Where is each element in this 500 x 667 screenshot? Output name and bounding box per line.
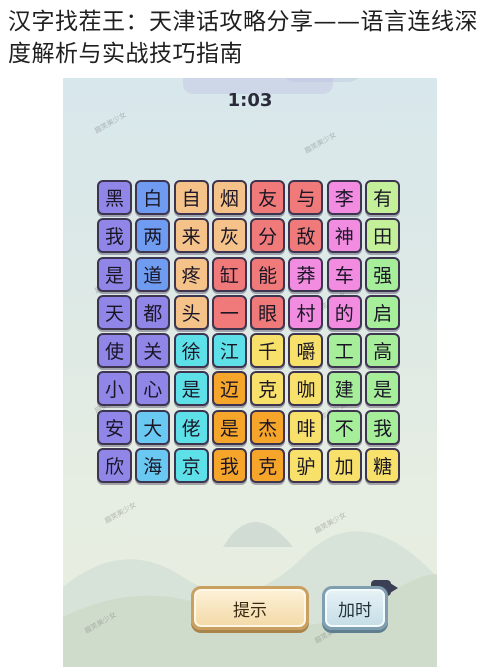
grid-cell[interactable]: 烟 <box>211 180 247 215</box>
hint-button-label: 提示 <box>233 600 267 621</box>
grid-cell[interactable]: 驴 <box>288 448 324 484</box>
grid-cell[interactable]: 能 <box>250 256 286 292</box>
grid-cell[interactable]: 不 <box>326 409 362 445</box>
grid-cell[interactable]: 分 <box>250 218 286 254</box>
grid-cell[interactable]: 我 <box>97 218 132 254</box>
grid-cell[interactable]: 欣 <box>97 448 132 484</box>
article-title: 汉字找茬王：天津话攻略分享——语言连线深度解析与实战技巧指南 <box>8 9 478 67</box>
grid-cell[interactable]: 克 <box>250 371 286 407</box>
grid-cell[interactable]: 迈 <box>211 371 247 407</box>
add-time-button-label: 加时 <box>338 600 372 621</box>
grid-cell[interactable]: 莽 <box>288 256 324 292</box>
grid-cell[interactable]: 江 <box>211 333 247 369</box>
grid-cell[interactable]: 头 <box>173 294 209 330</box>
grid-cell[interactable]: 高 <box>365 333 401 369</box>
grid-cell[interactable]: 咖 <box>288 371 324 407</box>
grid-cell[interactable]: 黑 <box>97 180 132 215</box>
watermark-text: 趣笑美少女 <box>93 110 128 136</box>
grid-cell[interactable]: 李 <box>326 180 362 215</box>
grid-cell[interactable]: 佬 <box>173 409 209 445</box>
grid-cell[interactable]: 眼 <box>250 294 286 330</box>
grid-cell[interactable]: 缸 <box>211 256 247 292</box>
grid-cell[interactable]: 村 <box>288 294 324 330</box>
game-screenshot: 1:03 趣笑美少女趣笑美少女趣笑美少女趣笑美少女趣笑美少女趣笑美少女趣笑美少女… <box>63 78 437 667</box>
grid-cell[interactable]: 灰 <box>211 218 247 254</box>
grid-cell[interactable]: 都 <box>135 294 171 330</box>
grid-cell[interactable]: 小 <box>97 371 132 407</box>
grid-cell[interactable]: 两 <box>135 218 171 254</box>
grid-cell[interactable]: 工 <box>326 333 362 369</box>
grid-cell[interactable]: 自 <box>173 180 209 215</box>
grid-cell[interactable]: 京 <box>173 448 209 484</box>
grid-cell[interactable]: 启 <box>365 294 401 330</box>
grid-cell[interactable]: 克 <box>250 448 286 484</box>
grid-cell[interactable]: 来 <box>173 218 209 254</box>
grid-cell[interactable]: 加 <box>326 448 362 484</box>
grid-cell[interactable]: 嚼 <box>288 333 324 369</box>
grid-cell[interactable]: 车 <box>326 256 362 292</box>
grid-cell[interactable]: 海 <box>135 448 171 484</box>
grid-cell[interactable]: 强 <box>365 256 401 292</box>
grid-cell[interactable]: 疼 <box>173 256 209 292</box>
grid-cell[interactable]: 心 <box>135 371 171 407</box>
add-time-button[interactable]: 加时 <box>322 586 388 630</box>
grid-cell[interactable]: 的 <box>326 294 362 330</box>
grid-cell[interactable]: 是 <box>173 371 209 407</box>
grid-cell[interactable]: 徐 <box>173 333 209 369</box>
grid-cell[interactable]: 糖 <box>365 448 401 484</box>
grid-cell[interactable]: 啡 <box>288 409 324 445</box>
watermark-text: 趣笑美少女 <box>303 130 338 156</box>
grid-cell[interactable]: 是 <box>211 409 247 445</box>
character-grid: 黑白自烟友与李有我两来灰分敌神田是道疼缸能莽车强天都头一眼村的启使关徐江千嚼工高… <box>97 180 403 486</box>
hint-button[interactable]: 提示 <box>191 586 309 630</box>
grid-cell[interactable]: 安 <box>97 409 132 445</box>
grid-cell[interactable]: 是 <box>365 371 401 407</box>
grid-cell[interactable]: 使 <box>97 333 132 369</box>
grid-cell[interactable]: 敌 <box>288 218 324 254</box>
grid-cell[interactable]: 白 <box>135 180 171 215</box>
grid-cell[interactable]: 是 <box>97 256 132 292</box>
grid-cell[interactable]: 关 <box>135 333 171 369</box>
grid-cell[interactable]: 神 <box>326 218 362 254</box>
grid-cell[interactable]: 道 <box>135 256 171 292</box>
grid-cell[interactable]: 我 <box>365 409 401 445</box>
grid-cell[interactable]: 千 <box>250 333 286 369</box>
grid-cell[interactable]: 与 <box>288 180 324 215</box>
grid-cell[interactable]: 杰 <box>250 409 286 445</box>
grid-cell[interactable]: 有 <box>365 180 401 215</box>
grid-cell[interactable]: 大 <box>135 409 171 445</box>
countdown-timer: 1:03 <box>227 90 273 111</box>
grid-cell[interactable]: 友 <box>250 180 286 215</box>
grid-cell[interactable]: 一 <box>211 294 247 330</box>
grid-cell[interactable]: 天 <box>97 294 132 330</box>
grid-cell[interactable]: 我 <box>211 448 247 484</box>
top-pill <box>281 78 363 82</box>
grid-cell[interactable]: 田 <box>365 218 401 254</box>
grid-cell[interactable]: 建 <box>326 371 362 407</box>
